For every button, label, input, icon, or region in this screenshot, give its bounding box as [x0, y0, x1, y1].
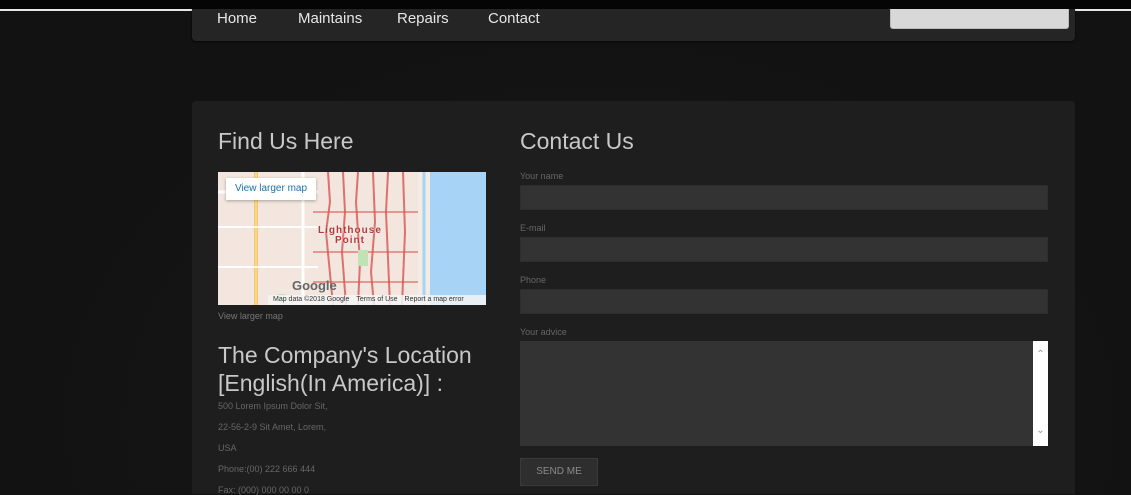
address-country: USA	[218, 443, 237, 453]
map-data-attribution: Map data ©2018 Google	[273, 296, 350, 303]
map-place-label-line2: Point	[334, 235, 365, 246]
nav-item-repairs[interactable]: Repairs	[397, 10, 449, 27]
chevron-up-icon[interactable]: ⌃	[1033, 347, 1048, 362]
nav-item-contact[interactable]: Contact	[488, 10, 540, 27]
nav-item-home[interactable]: Home	[217, 10, 257, 27]
map-report-error-link[interactable]: Report a map error	[405, 296, 464, 303]
advice-textarea[interactable]: ⌃ ⌄	[520, 341, 1048, 446]
map-view-larger-button[interactable]: View larger map	[226, 178, 316, 200]
address-line-1: 500 Lorem Ipsum Dolor Sit,	[218, 401, 328, 411]
advice-label: Your advice	[520, 327, 567, 337]
map-footer: Map data ©2018 Google Terms of Use Repor…	[268, 295, 486, 305]
phone-field[interactable]	[520, 289, 1048, 314]
view-larger-map-link[interactable]: View larger map	[218, 311, 283, 321]
email-field[interactable]	[520, 237, 1048, 262]
google-logo: Google	[292, 278, 337, 293]
map-terms-link[interactable]: Terms of Use	[356, 296, 397, 303]
phone-label: Phone	[520, 275, 547, 285]
email-label: E-mail	[520, 223, 546, 233]
name-label: Your name	[520, 171, 564, 181]
search-input[interactable]	[890, 9, 1069, 29]
main-nav: Home Maintains Repairs Contact	[192, 9, 1075, 41]
nav-item-maintains[interactable]: Maintains	[298, 10, 362, 27]
textarea-scrollbar[interactable]: ⌃ ⌄	[1033, 341, 1048, 446]
address-line-2: 22-56-2-9 Sit Amet, Lorem,	[218, 422, 327, 432]
phone-number: Phone:(00) 222 666 444	[218, 464, 316, 474]
send-button[interactable]: SEND ME	[520, 458, 598, 486]
embedded-map[interactable]: View larger map Lighthouse Point Google …	[218, 172, 486, 305]
map-place-label: Lighthouse Point	[318, 226, 382, 246]
find-us-title: Find Us Here	[218, 128, 354, 154]
name-field[interactable]	[520, 185, 1048, 210]
content-panel: Find Us Here View larger map Lighthouse …	[192, 101, 1075, 495]
chevron-down-icon[interactable]: ⌄	[1033, 423, 1048, 438]
location-title: The Company's Location [English(In Ameri…	[218, 342, 472, 396]
contact-title: Contact Us	[520, 128, 634, 154]
